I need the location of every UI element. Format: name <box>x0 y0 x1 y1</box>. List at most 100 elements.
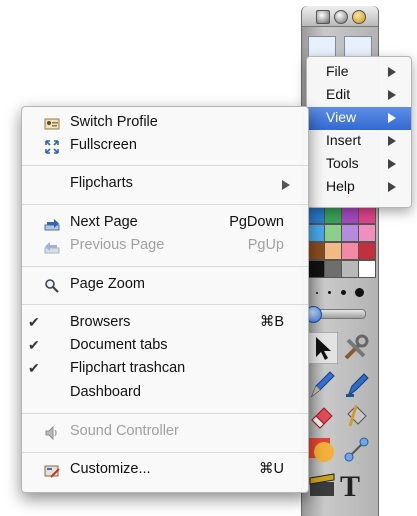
highlighter-tool-icon[interactable] <box>340 368 372 400</box>
color-swatch[interactable] <box>324 242 342 260</box>
menu-item-flipchart-trashcan[interactable]: ✔ Flipchart trashcan <box>22 359 308 381</box>
tools-icon[interactable] <box>340 332 372 364</box>
eraser-tool-icon[interactable] <box>306 400 338 432</box>
pen-size-dot[interactable] <box>316 292 318 294</box>
pen-size-dot[interactable] <box>355 288 364 297</box>
clapper-tool-icon[interactable] <box>306 470 338 502</box>
submenu-arrow-icon <box>388 182 396 192</box>
menu-item-file[interactable]: File <box>307 61 411 84</box>
color-swatch[interactable] <box>324 224 342 242</box>
menu-item-shortcut: ⌘U <box>259 461 284 477</box>
color-swatch[interactable] <box>324 260 342 278</box>
menu-item-label: Flipchart trashcan <box>70 360 186 376</box>
chevron-right-icon <box>282 180 290 190</box>
color-swatch[interactable] <box>307 260 325 278</box>
color-swatch[interactable] <box>341 224 359 242</box>
menu-item-document-tabs[interactable]: ✔ Document tabs <box>22 336 308 358</box>
menu-item-shortcut: ⌘B <box>259 314 284 330</box>
main-menu: File Edit View Insert Tools Help <box>306 56 412 208</box>
menu-separator <box>22 413 308 414</box>
menu-item-view[interactable]: View <box>307 107 411 130</box>
speaker-icon <box>45 425 57 441</box>
color-swatch[interactable] <box>307 242 325 260</box>
checkmark-icon: ✔ <box>28 360 40 376</box>
view-submenu: Switch Profile Fullscreen Flipcharts Nex… <box>21 106 309 493</box>
toolbox-menu-button[interactable] <box>316 10 330 24</box>
menu-item-label: File <box>326 63 349 79</box>
menu-item-label: Page Zoom <box>70 276 145 292</box>
customize-icon <box>44 465 60 478</box>
pen-size-dot[interactable] <box>328 291 331 294</box>
profile-icon <box>44 118 60 130</box>
menu-item-page-zoom[interactable]: Page Zoom <box>22 275 308 297</box>
menu-item-dashboard[interactable]: Dashboard <box>22 383 308 405</box>
pen-width-slider[interactable] <box>305 306 366 323</box>
menu-item-sound-controller[interactable]: Sound Controller <box>22 422 308 444</box>
toolbox-titlebar <box>302 6 378 27</box>
menu-item-previous-page[interactable]: Previous Page PgUp <box>22 236 308 258</box>
toolbox-pin-button[interactable] <box>352 10 366 24</box>
menu-item-label: View <box>326 109 357 125</box>
color-swatch[interactable] <box>358 206 376 224</box>
menu-item-label: Switch Profile <box>70 114 158 130</box>
pointer-tool-icon[interactable] <box>306 332 338 364</box>
submenu-arrow-icon <box>388 90 396 100</box>
submenu-arrow-icon <box>388 67 396 77</box>
menu-item-insert[interactable]: Insert <box>307 130 411 153</box>
submenu-arrow-icon <box>388 136 396 146</box>
menu-item-customize[interactable]: Customize... ⌘U <box>22 460 308 482</box>
next-page-icon <box>44 219 60 231</box>
toolbox-minimize-button[interactable] <box>334 10 348 24</box>
color-swatch[interactable] <box>341 260 359 278</box>
shape-tool-icon[interactable] <box>306 434 338 466</box>
magnifier-icon <box>45 279 59 293</box>
menu-item-switch-profile[interactable]: Switch Profile <box>22 113 308 135</box>
menu-item-label: Fullscreen <box>70 137 137 153</box>
menu-item-label: Sound Controller <box>70 423 179 439</box>
color-swatch[interactable] <box>324 206 342 224</box>
pen-size-dot[interactable] <box>341 290 346 295</box>
menu-item-fullscreen[interactable]: Fullscreen <box>22 136 308 158</box>
pen-size-selector <box>310 288 370 298</box>
pen-tool-icon[interactable] <box>306 368 338 400</box>
submenu-arrow-icon <box>388 159 396 169</box>
menu-separator <box>22 452 308 453</box>
connector-tool-icon[interactable] <box>340 434 372 466</box>
menu-item-label: Next Page <box>70 214 138 230</box>
submenu-arrow-icon <box>388 113 396 123</box>
menu-item-tools[interactable]: Tools <box>307 153 411 176</box>
menu-separator <box>22 165 308 166</box>
menu-item-label: Previous Page <box>70 237 165 253</box>
color-swatch[interactable] <box>307 224 325 242</box>
color-swatch[interactable] <box>341 242 359 260</box>
previous-page-icon <box>44 242 60 254</box>
color-swatch[interactable] <box>307 206 325 224</box>
menu-item-shortcut: PgUp <box>247 237 284 253</box>
menu-item-flipcharts[interactable]: Flipcharts <box>22 174 308 196</box>
menu-item-label: Flipcharts <box>70 175 133 191</box>
color-swatch[interactable] <box>358 224 376 242</box>
menu-item-label: Customize... <box>70 461 151 477</box>
menu-item-help[interactable]: Help <box>307 176 411 199</box>
menu-separator <box>22 266 308 267</box>
menu-item-label: Document tabs <box>70 337 168 353</box>
color-swatch[interactable] <box>358 242 376 260</box>
fullscreen-icon <box>45 140 59 154</box>
checkmark-icon: ✔ <box>28 337 40 353</box>
color-swatch[interactable] <box>341 206 359 224</box>
menu-item-edit[interactable]: Edit <box>307 84 411 107</box>
menu-separator <box>22 304 308 305</box>
menu-item-label: Browsers <box>70 314 131 330</box>
menu-item-label: Help <box>326 178 355 194</box>
menu-item-label: Tools <box>326 155 359 171</box>
menu-item-label: Edit <box>326 86 351 102</box>
menu-item-next-page[interactable]: Next Page PgDown <box>22 213 308 235</box>
menu-item-label: Dashboard <box>70 384 141 400</box>
text-tool-icon[interactable]: T <box>340 470 360 504</box>
menu-item-shortcut: PgDown <box>229 214 284 230</box>
checkmark-icon: ✔ <box>28 314 40 330</box>
color-swatch[interactable] <box>358 260 376 278</box>
menu-item-browsers[interactable]: ✔ Browsers ⌘B <box>22 313 308 335</box>
fill-tool-icon[interactable] <box>340 400 372 432</box>
menu-separator <box>22 204 308 205</box>
